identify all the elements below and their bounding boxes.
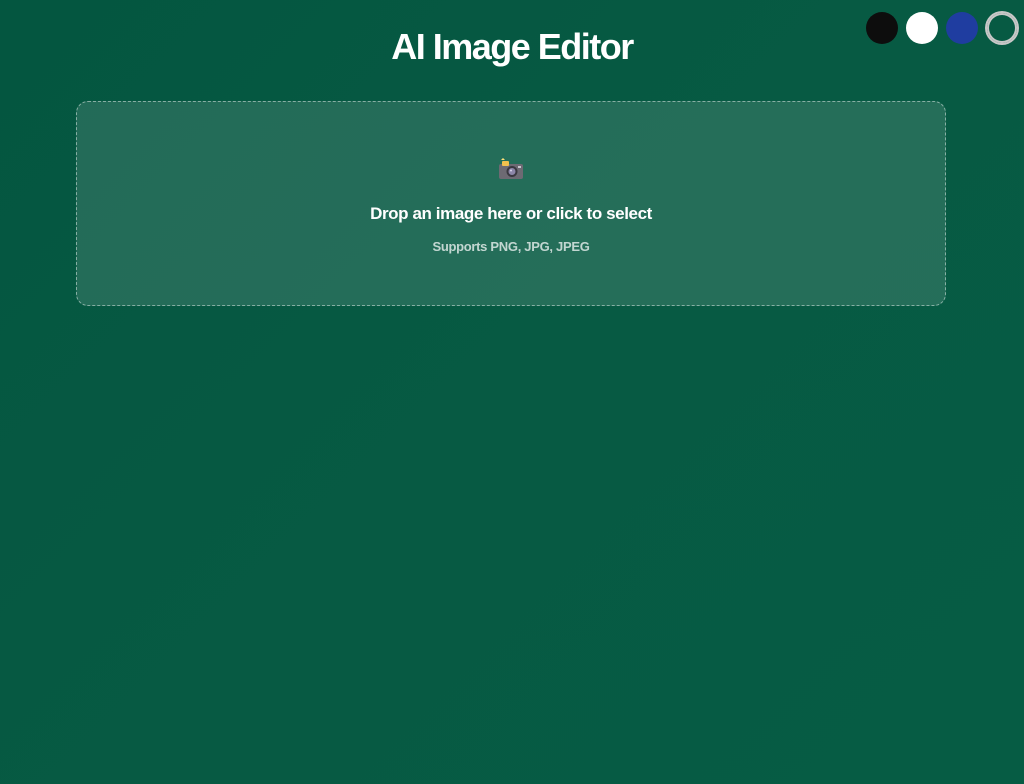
dropzone-prompt: Drop an image here or click to select <box>370 204 652 223</box>
page-title: AI Image Editor <box>391 26 634 67</box>
dropzone-formats: Supports PNG, JPG, JPEG <box>432 239 590 254</box>
camera-icon <box>499 158 523 179</box>
image-dropzone[interactable]: Drop an image here or click to select Su… <box>76 101 946 306</box>
